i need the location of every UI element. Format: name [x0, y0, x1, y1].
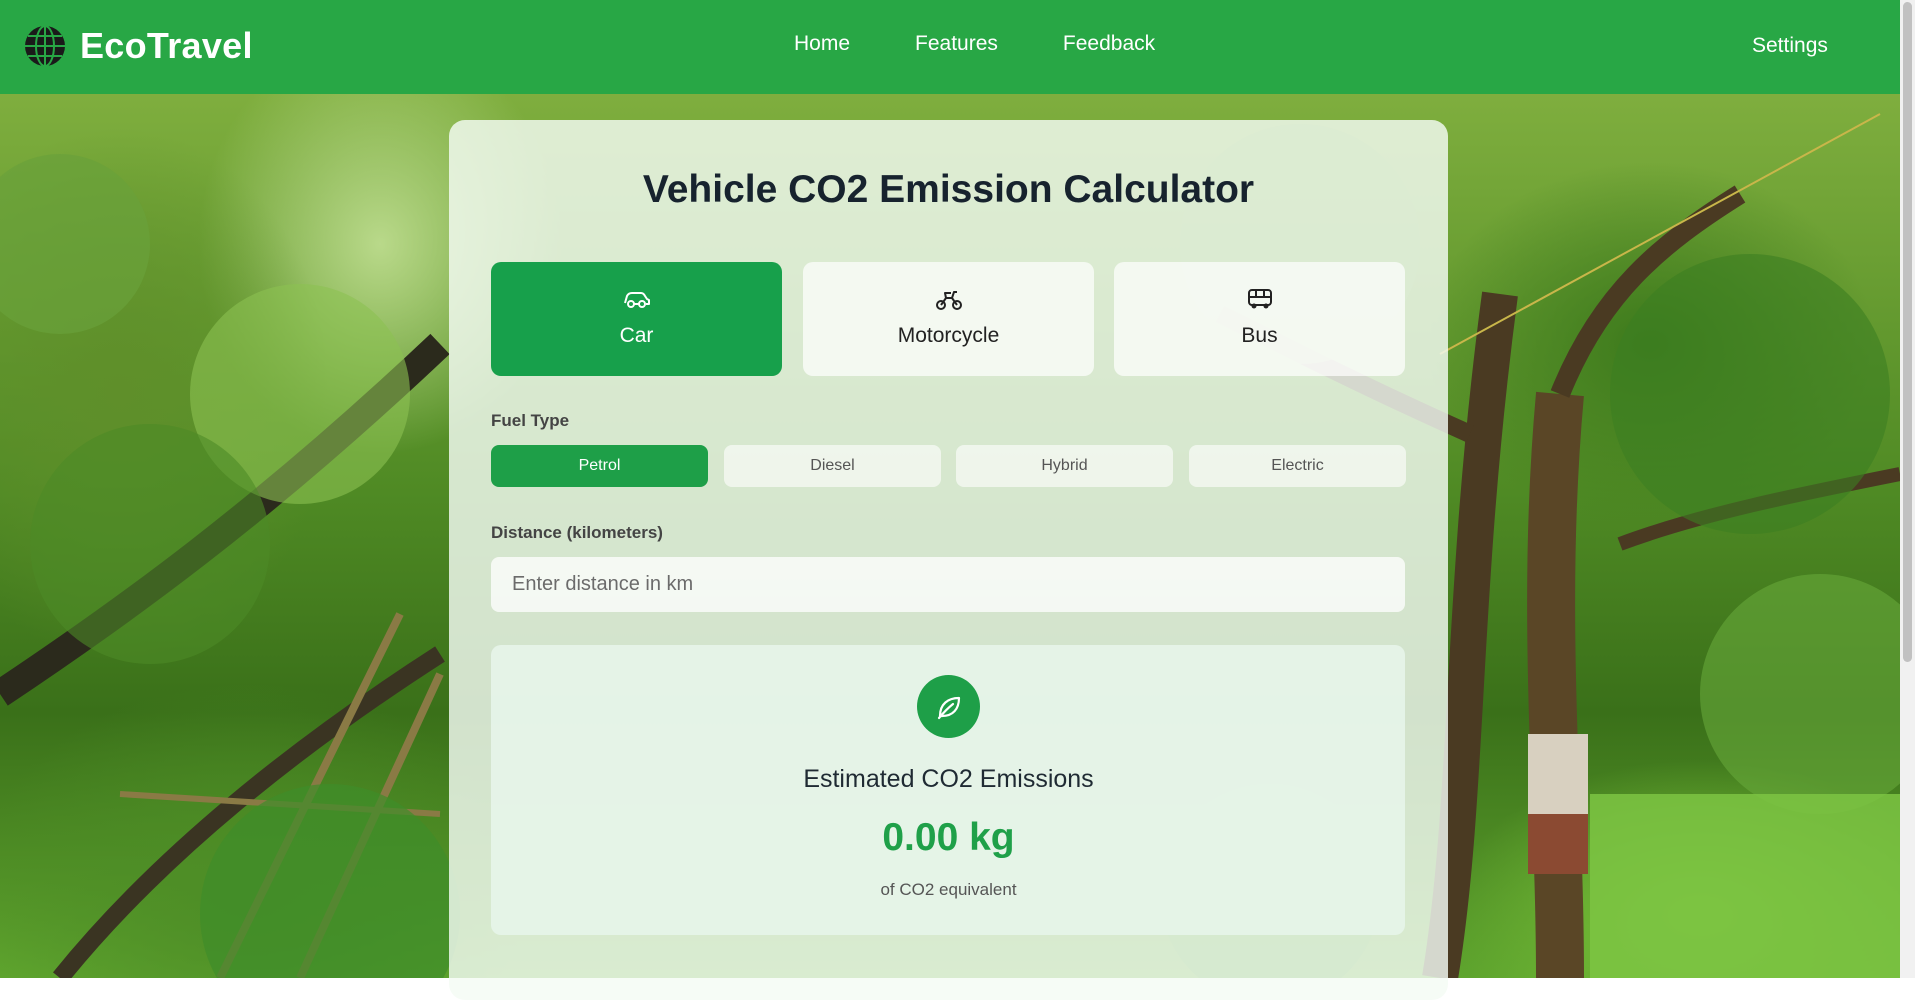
- main-nav: Home Features Feedback: [794, 32, 1220, 56]
- distance-input[interactable]: [491, 557, 1405, 612]
- fuel-diesel-button[interactable]: Diesel: [724, 445, 941, 487]
- fuel-hybrid-button[interactable]: Hybrid: [956, 445, 1173, 487]
- leaf-icon: [937, 696, 960, 719]
- top-navbar: EcoTravel Home Features Feedback Setting…: [0, 0, 1900, 94]
- settings-link[interactable]: Settings: [1752, 34, 1828, 58]
- motorcycle-icon: [935, 291, 962, 310]
- vehicle-bus-label: Bus: [1241, 324, 1278, 347]
- car-icon: [623, 292, 650, 308]
- vehicle-motorcycle-label: Motorcycle: [897, 324, 1000, 347]
- globe-icon: [25, 25, 65, 67]
- fuel-type-label: Fuel Type: [491, 411, 570, 430]
- brand[interactable]: EcoTravel: [24, 25, 253, 67]
- page-title: Vehicle CO2 Emission Calculator: [642, 168, 1255, 211]
- fuel-electric-button[interactable]: Electric: [1189, 445, 1406, 487]
- result-title: Estimated CO2 Emissions: [803, 765, 1094, 793]
- vehicle-car-label: Car: [619, 324, 654, 347]
- page-scrollbar[interactable]: [1900, 0, 1915, 978]
- brand-name: EcoTravel: [80, 25, 253, 66]
- fuel-petrol-button[interactable]: Petrol: [491, 445, 708, 487]
- result-value: 0.00 kg: [882, 816, 1015, 859]
- result-subtitle: of CO2 equivalent: [880, 880, 1017, 899]
- bus-icon: [1247, 289, 1272, 309]
- scrollbar-thumb[interactable]: [1903, 2, 1912, 662]
- vehicle-car-button[interactable]: Car: [491, 262, 782, 376]
- vehicle-motorcycle-button[interactable]: Motorcycle: [803, 262, 1094, 376]
- nav-features[interactable]: Features: [915, 32, 998, 56]
- nav-home[interactable]: Home: [794, 32, 850, 56]
- vehicle-bus-button[interactable]: Bus: [1114, 262, 1405, 376]
- result-leaf-badge: [917, 675, 980, 738]
- distance-label: Distance (kilometers): [491, 523, 663, 542]
- nav-feedback[interactable]: Feedback: [1063, 32, 1155, 56]
